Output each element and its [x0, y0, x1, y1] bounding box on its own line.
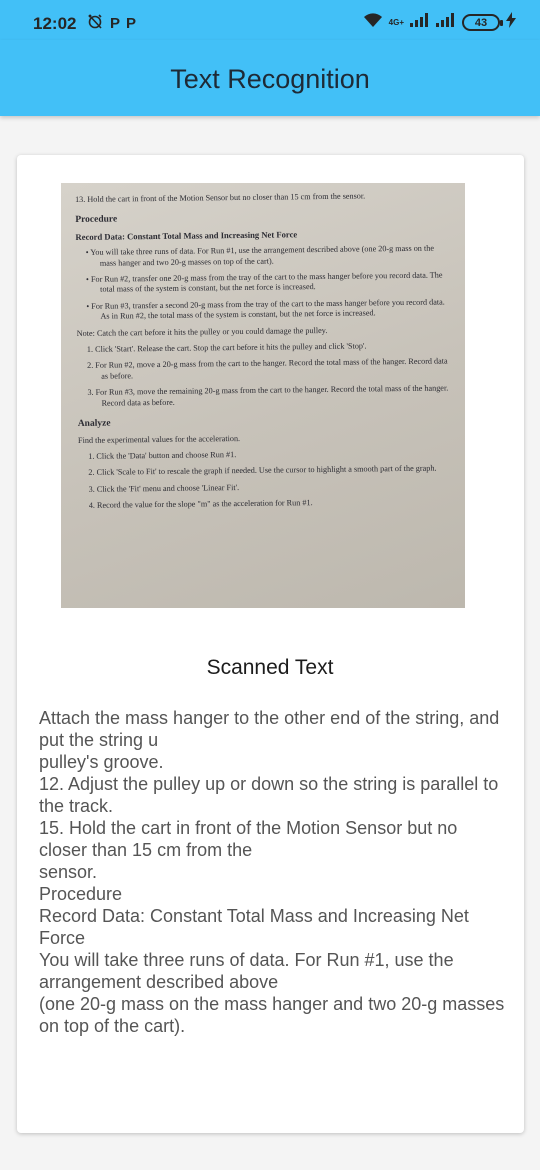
status-time: 12:02	[33, 14, 77, 33]
charging-icon	[506, 12, 516, 33]
photo-line: 2. Click 'Scale to Fit' to rescale the g…	[88, 463, 437, 478]
photo-line: 4. Record the value for the slope "m" as…	[88, 498, 313, 510]
photo-line: 2. For Run #2, move a 20-g mass from the…	[87, 356, 448, 381]
scanned-document-image: 13. Hold the cart in front of the Motion…	[61, 183, 465, 608]
alarm-off-icon	[86, 12, 104, 34]
network-type-label: 4G+	[388, 17, 404, 27]
photo-line: 3. Click the 'Fit' menu and choose 'Line…	[88, 482, 240, 494]
signal-icon	[436, 13, 456, 32]
wifi-icon	[363, 12, 383, 33]
p-notification-icon: P	[110, 14, 121, 32]
photo-line: 1. Click 'Start'. Release the cart. Stop…	[86, 341, 367, 354]
battery-icon: 43	[462, 14, 503, 31]
status-left-icons: P P	[86, 12, 136, 34]
signal-icon	[410, 13, 430, 32]
page-title: Text Recognition	[170, 64, 370, 94]
photo-line: Find the experimental values for the acc…	[77, 433, 241, 445]
photo-line: • For Run #3, transfer a second 20-g mas…	[86, 297, 445, 321]
status-right-icons: 4G+ 43	[363, 12, 516, 33]
photo-line: Analyze	[77, 418, 111, 430]
p-notification-icon: P	[126, 14, 137, 32]
document-photo-text: 13. Hold the cart in front of the Motion…	[75, 190, 454, 517]
battery-level: 43	[474, 16, 488, 29]
app-bar: Text Recognition	[0, 40, 540, 116]
photo-line: Record Data: Constant Total Mass and Inc…	[75, 229, 298, 242]
status-bar: 12:02 P P 4G+ 43	[0, 0, 540, 40]
photo-line: • You will take three runs of data. For …	[85, 243, 434, 268]
photo-line: • For Run #2, transfer one 20-g mass fro…	[85, 270, 443, 295]
photo-line: 1. Click the 'Data' button and choose Ru…	[88, 449, 237, 461]
photo-line: Note: Catch the cart before it hits the …	[76, 325, 328, 338]
photo-line: 3. For Run #3, move the remaining 20-g m…	[87, 383, 449, 408]
photo-line: Procedure	[75, 214, 118, 226]
scanned-text-body: Attach the mass hanger to the other end …	[39, 708, 505, 1036]
scanned-text-heading: Scanned Text	[206, 656, 334, 679]
